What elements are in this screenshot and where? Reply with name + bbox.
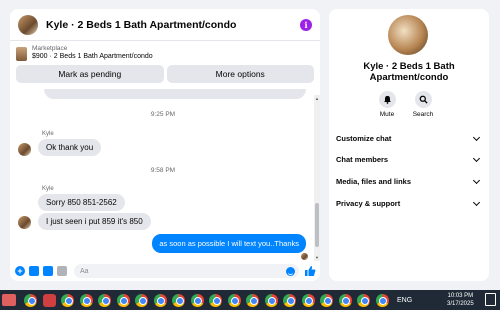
chrome-icon[interactable] [246, 293, 259, 307]
row-label: Chat members [336, 155, 389, 164]
incoming-message[interactable]: Sorry 850 851-2562 [38, 194, 125, 211]
image-icon[interactable] [29, 266, 39, 276]
sender-name: Kyle [42, 186, 54, 192]
thumbs-up-icon[interactable] [304, 265, 316, 277]
taskbar-clock[interactable]: 10:03 PM 3/17/2025 [447, 292, 474, 308]
conversation-info-panel: Kyle · 2 Beds 1 Bath Apartment/condo Mut… [329, 9, 489, 281]
sender-name: Kyle [42, 131, 54, 137]
start-icon[interactable] [2, 294, 16, 306]
sticker-icon[interactable] [43, 266, 53, 276]
incoming-message[interactable]: Ok thank you [38, 139, 102, 156]
marketplace-label: Marketplace [32, 45, 68, 52]
composer: + Aa [10, 261, 320, 281]
chrome-icon[interactable] [283, 293, 296, 307]
bell-icon [383, 95, 391, 104]
chat-panel: Kyle · 2 Beds 1 Bath Apartment/condo i M… [10, 9, 320, 281]
chrome-icon[interactable] [190, 293, 204, 307]
chrome-icon[interactable] [98, 293, 111, 307]
scroll-thumb[interactable] [315, 203, 319, 247]
message-list[interactable]: 9:25 PM Kyle Ok thank you 9:58 PM Kyle S… [10, 89, 314, 261]
customize-chat-row[interactable]: Customize chat [336, 133, 482, 143]
search-button[interactable]: Search [405, 91, 441, 118]
chat-members-row[interactable]: Chat members [336, 154, 482, 164]
contact-avatar[interactable] [18, 14, 38, 35]
app-icon[interactable] [42, 293, 56, 307]
scroll-up-icon[interactable]: ▲ [314, 96, 320, 101]
profile-avatar[interactable] [388, 15, 428, 55]
chrome-icon[interactable] [320, 293, 333, 307]
listing-description: $900 · 2 Beds 1 Bath Apartment/condo [32, 53, 153, 60]
seen-avatar [301, 253, 308, 260]
chrome-icon[interactable] [135, 293, 148, 307]
row-label: Privacy & support [336, 199, 401, 208]
chevron-down-icon [472, 176, 481, 184]
chevron-down-icon [472, 133, 481, 141]
system-tray-text[interactable]: ENG [397, 297, 412, 304]
chevron-down-icon [472, 154, 481, 162]
chrome-icon[interactable] [61, 293, 74, 307]
row-label: Customize chat [336, 134, 392, 143]
marketplace-listing[interactable]: Marketplace $900 · 2 Beds 1 Bath Apartme… [10, 41, 320, 61]
chrome-icon[interactable] [24, 293, 37, 307]
message-input-placeholder: Aa [80, 267, 89, 275]
scroll-down-icon[interactable]: ▼ [314, 255, 320, 260]
notification-icon[interactable] [485, 293, 496, 306]
plus-icon[interactable]: + [15, 266, 25, 276]
chat-header: Kyle · 2 Beds 1 Bath Apartment/condo i [10, 9, 320, 41]
chrome-icon[interactable] [209, 293, 222, 307]
contact-avatar[interactable] [18, 216, 31, 229]
incoming-message[interactable]: I just seen i put 859 it's 850 [38, 213, 151, 230]
mark-as-pending-button[interactable]: Mark as pending [16, 65, 164, 83]
scrollbar[interactable]: ▲ ▼ [314, 95, 320, 261]
chrome-icon[interactable] [227, 293, 241, 307]
timestamp: 9:25 PM [150, 111, 176, 118]
outgoing-message[interactable]: as soon as possible I will text you..Tha… [152, 234, 306, 253]
previous-message-bubble [44, 89, 306, 99]
privacy-support-row[interactable]: Privacy & support [336, 198, 482, 208]
timestamp: 9:58 PM [150, 167, 176, 174]
chrome-icon[interactable] [116, 293, 130, 307]
media-files-links-row[interactable]: Media, files and links [336, 176, 482, 186]
emoji-icon[interactable] [286, 266, 295, 276]
message-input[interactable]: Aa [74, 264, 299, 278]
chrome-icon[interactable] [79, 293, 93, 307]
clock-date: 3/17/2025 [447, 301, 474, 307]
profile-name: Kyle · 2 Beds 1 Bath Apartment/condo [363, 61, 455, 83]
chrome-icon[interactable] [153, 293, 167, 307]
listing-thumbnail [16, 47, 27, 61]
more-options-button[interactable]: More options [166, 65, 314, 83]
chrome-icon[interactable] [172, 293, 185, 307]
chrome-icon[interactable] [375, 293, 389, 307]
taskbar: ENG 10:03 PM 3/17/2025 [0, 290, 500, 310]
mute-button[interactable]: Mute [369, 91, 405, 118]
chevron-down-icon [472, 198, 481, 206]
chrome-icon[interactable] [264, 293, 278, 307]
chat-title[interactable]: Kyle · 2 Beds 1 Bath Apartment/condo [46, 19, 300, 31]
info-icon[interactable]: i [300, 18, 312, 31]
chrome-icon[interactable] [338, 293, 352, 307]
clock-time: 10:03 PM [447, 293, 474, 299]
row-label: Media, files and links [336, 177, 412, 186]
search-label: Search [412, 111, 434, 118]
contact-avatar[interactable] [18, 143, 31, 156]
gif-icon[interactable] [57, 266, 67, 276]
mute-label: Mute [379, 111, 395, 118]
chrome-icon[interactable] [301, 293, 315, 307]
chrome-icon[interactable] [357, 293, 370, 307]
search-icon [419, 95, 428, 104]
